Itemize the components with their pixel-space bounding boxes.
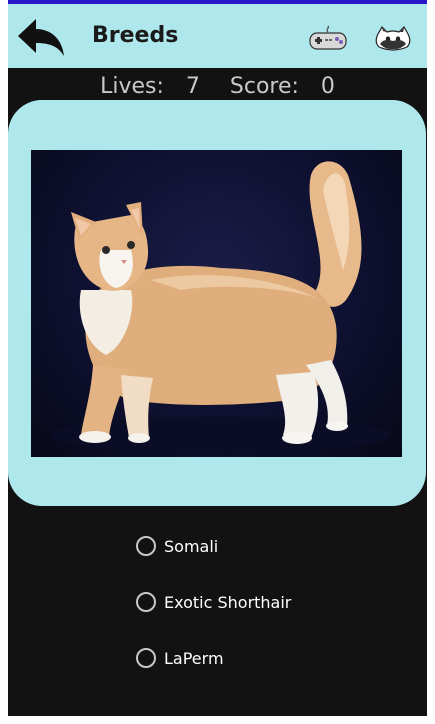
answer-options: Somali Exotic Shorthair LaPerm	[136, 532, 291, 700]
option-label: Somali	[164, 536, 219, 556]
option-laperm[interactable]: LaPerm	[136, 644, 291, 672]
option-exotic-shorthair[interactable]: Exotic Shorthair	[136, 588, 291, 616]
back-button[interactable]	[16, 16, 66, 60]
score-bar: Lives: 7 Score: 0	[8, 72, 427, 100]
option-label: LaPerm	[164, 648, 224, 668]
back-arrow-icon	[18, 19, 64, 56]
cat-face-icon	[375, 26, 411, 51]
radio-button[interactable]	[136, 592, 156, 612]
cat-photo	[31, 150, 402, 457]
option-label: Exotic Shorthair	[164, 592, 292, 612]
page-title: Breeds	[92, 23, 179, 48]
radio-button[interactable]	[136, 648, 156, 668]
game-button[interactable]	[308, 24, 348, 52]
score-value: 0	[320, 73, 335, 99]
gamepad-icon	[309, 25, 347, 50]
breed-image-card	[8, 100, 426, 506]
radio-button[interactable]	[136, 536, 156, 556]
app-screen: Breeds Lives: 7 Score: 0 Somali Exotic S…	[8, 0, 427, 716]
option-somali[interactable]: Somali	[136, 532, 291, 560]
app-bar: Breeds	[8, 4, 427, 68]
lives-label: Lives:	[100, 73, 164, 99]
cat-button[interactable]	[374, 26, 412, 52]
score-label: Score:	[229, 73, 299, 99]
cat-illustration	[51, 161, 391, 453]
lives-value: 7	[185, 73, 200, 99]
